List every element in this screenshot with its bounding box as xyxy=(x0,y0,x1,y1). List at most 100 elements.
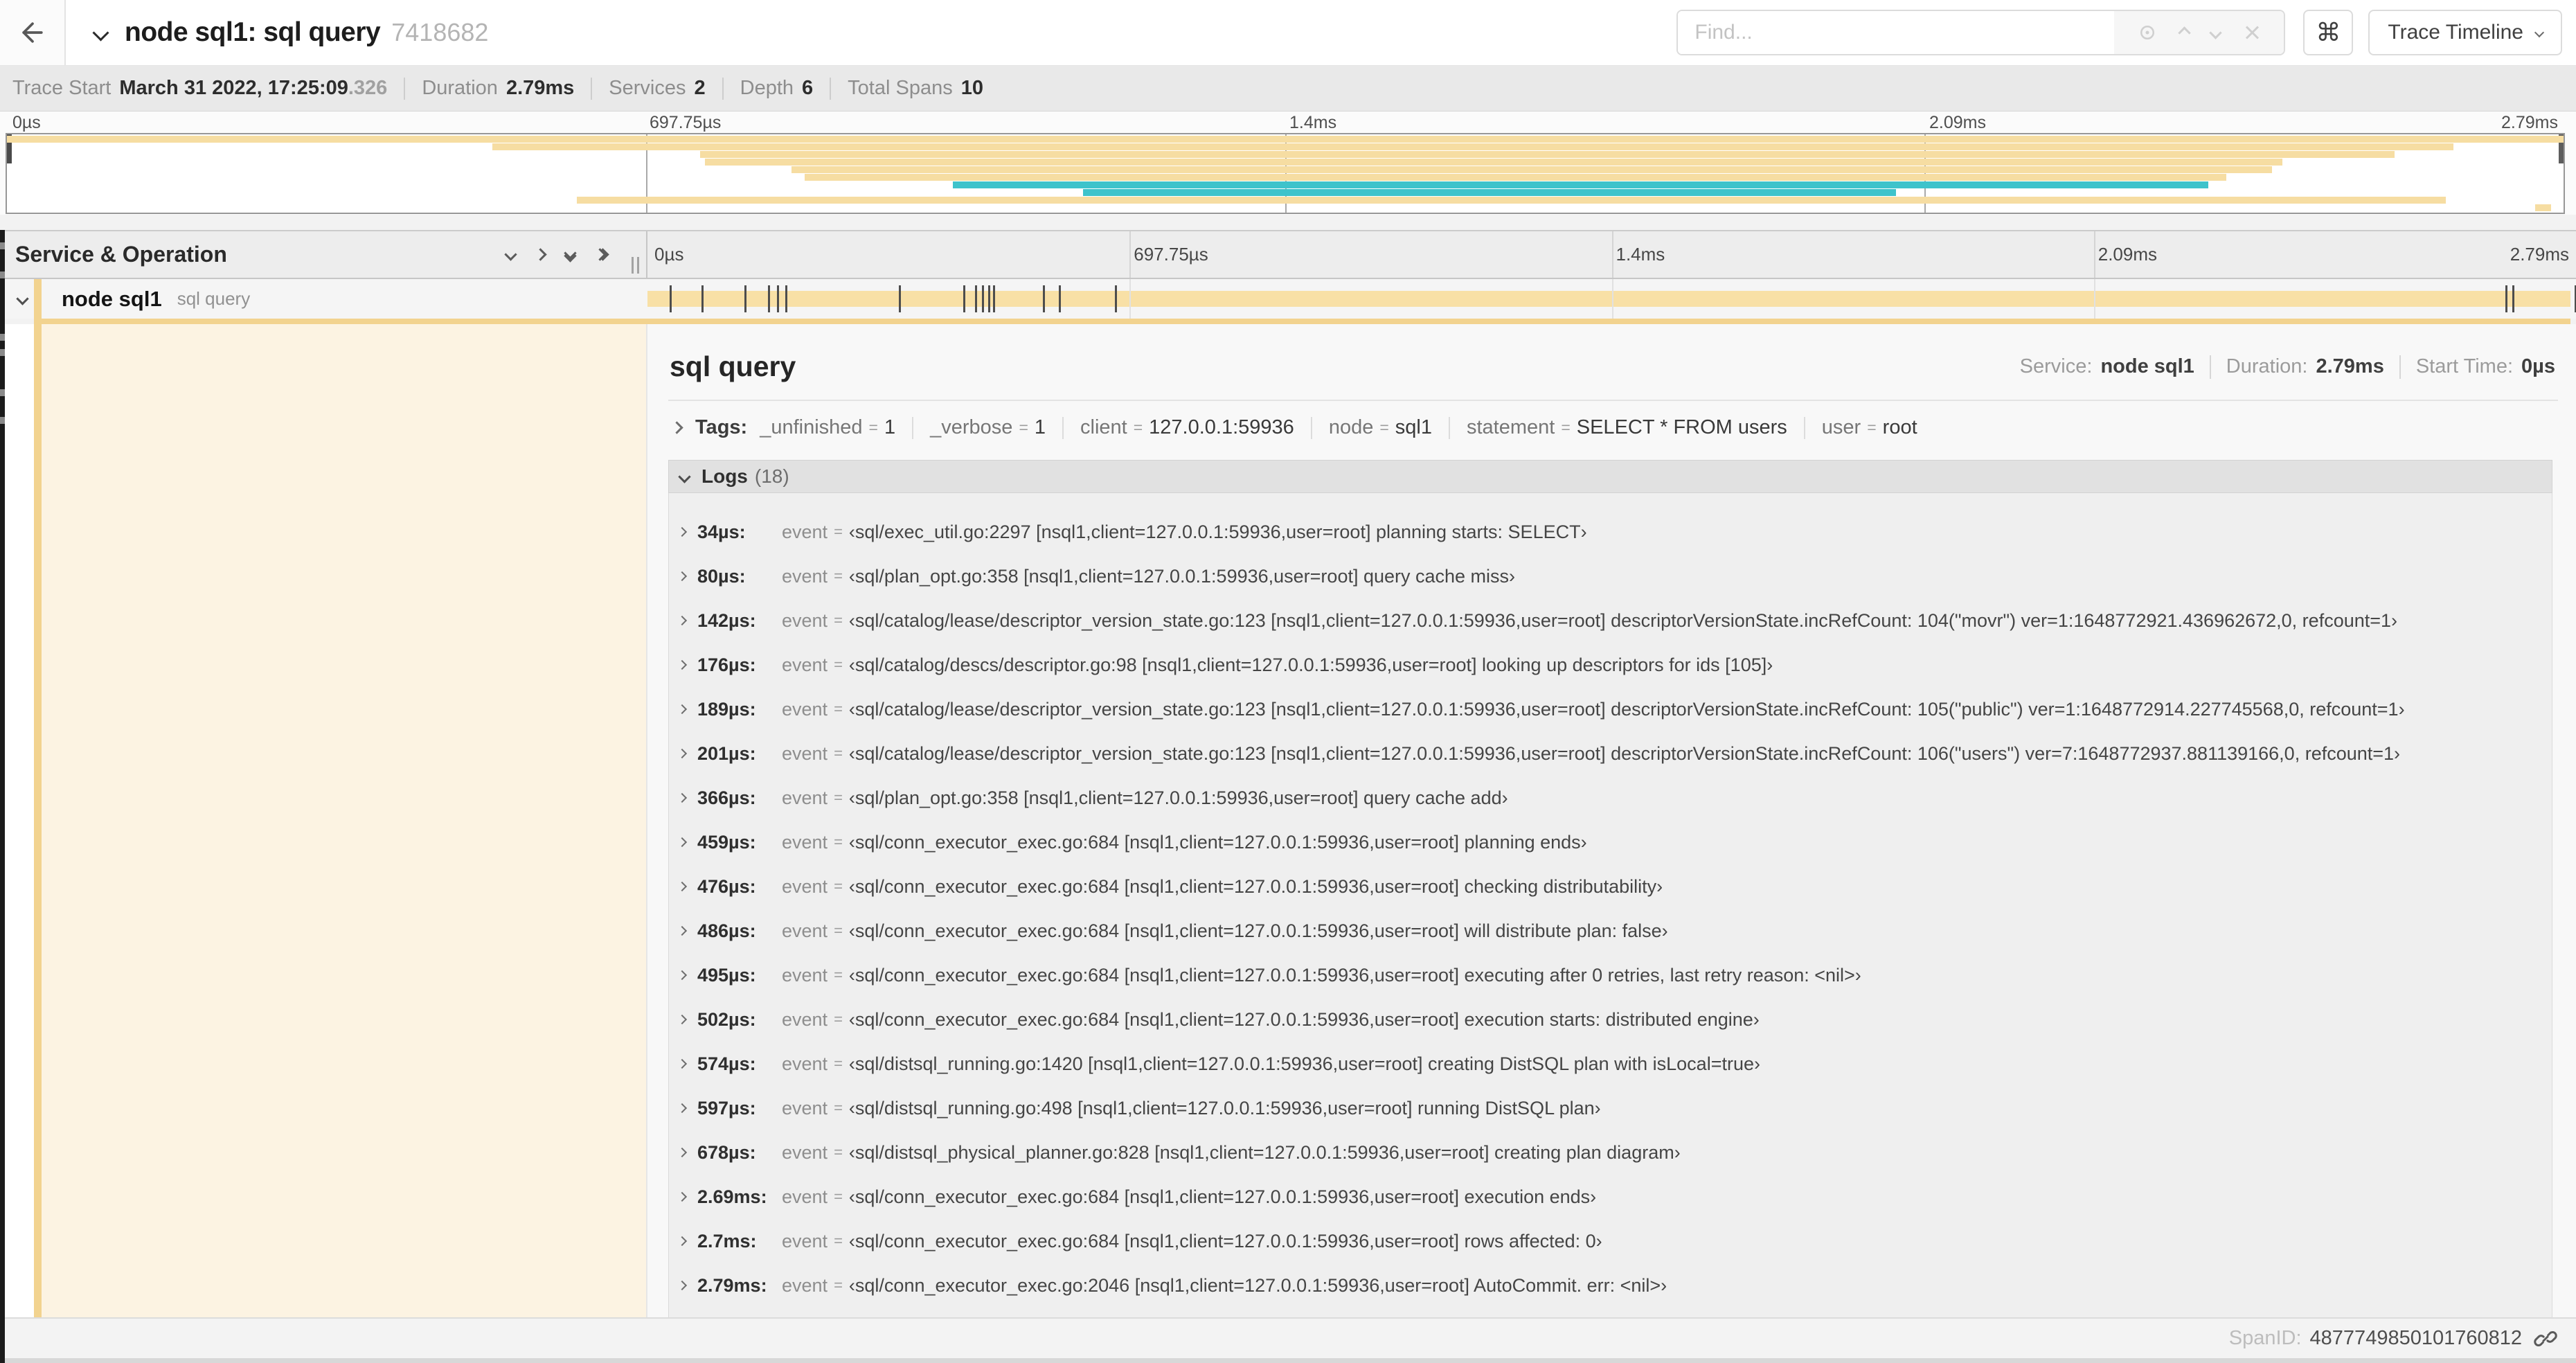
log-chevron-icon xyxy=(677,659,688,670)
log-marker-tick[interactable] xyxy=(776,285,779,312)
detail-left-column xyxy=(0,324,647,1317)
keyboard-shortcuts-button[interactable]: ⌘ xyxy=(2303,10,2354,55)
tag-equals-sign: = xyxy=(1019,418,1028,436)
log-timestamp: 2.7ms: xyxy=(697,1230,757,1251)
log-marker-tick[interactable] xyxy=(785,285,787,312)
find-clear-icon[interactable] xyxy=(2242,23,2262,42)
log-equals-sign: = xyxy=(834,1010,843,1028)
log-marker-tick[interactable] xyxy=(982,285,985,312)
log-row[interactable]: 678µs: event = ‹sql/distsql_physical_planne… xyxy=(677,1130,2552,1175)
summary-value: 10 xyxy=(960,77,983,99)
span-name-cell[interactable]: node sql1 sql query xyxy=(0,279,647,319)
log-equals-sign: = xyxy=(834,1099,843,1116)
log-marker-tick[interactable] xyxy=(963,285,966,312)
log-field-value: ‹sql/plan_opt.go:358 [nsql1,client=127.0… xyxy=(848,787,1508,808)
log-row[interactable]: 80µs: event = ‹sql/plan_opt.go:358 [nsql1,c… xyxy=(677,554,2552,598)
log-marker-tick[interactable] xyxy=(767,285,770,312)
log-marker-tick[interactable] xyxy=(993,285,996,312)
log-row[interactable]: 574µs: event = ‹sql/distsql_running.go:1420… xyxy=(677,1042,2552,1086)
log-row[interactable]: 459µs: event = ‹sql/conn_executor_exec.go:6… xyxy=(677,820,2552,864)
grid-line xyxy=(2093,231,2095,278)
span-timeline-cell[interactable] xyxy=(647,279,2576,319)
log-chevron-icon xyxy=(677,1147,688,1158)
log-equals-sign: = xyxy=(834,1276,843,1294)
log-marker-tick[interactable] xyxy=(669,285,672,312)
log-marker-tick[interactable] xyxy=(899,285,902,312)
back-button[interactable] xyxy=(0,0,66,65)
span-collapse-chevron-icon[interactable] xyxy=(16,292,29,305)
log-row[interactable]: 502µs: event = ‹sql/conn_executor_exec.go:6… xyxy=(677,997,2552,1042)
view-selector-button[interactable]: Trace Timeline xyxy=(2368,10,2562,55)
log-chevron-icon xyxy=(677,526,688,537)
log-marker-tick[interactable] xyxy=(988,285,991,312)
log-marker-tick[interactable] xyxy=(1114,285,1117,312)
separator xyxy=(1062,416,1064,439)
log-row[interactable]: 142µs: event = ‹sql/catalog/lease/descripto… xyxy=(677,598,2552,643)
collapse-header-chevron-icon[interactable] xyxy=(92,24,109,42)
log-field-value: ‹sql/exec_util.go:2297 [nsql1,client=127… xyxy=(848,521,1587,542)
collapse-all-icon[interactable] xyxy=(564,247,577,262)
log-row[interactable]: 476µs: event = ‹sql/conn_executor_exec.go:6… xyxy=(677,864,2552,909)
log-row[interactable]: 495µs: event = ‹sql/conn_executor_exec.go:6… xyxy=(677,953,2552,997)
log-marker-tick[interactable] xyxy=(1042,285,1045,312)
grid-line xyxy=(1129,231,1132,278)
service-operation-header: Service & Operation xyxy=(0,231,647,278)
log-row[interactable]: 2.69ms: event = ‹sql/conn_executor_exec.go:… xyxy=(677,1175,2552,1219)
minimap-canvas[interactable] xyxy=(6,133,2565,214)
log-field-key: event xyxy=(782,1186,828,1207)
expand-one-icon[interactable] xyxy=(534,248,547,261)
log-row[interactable]: 2.79ms: event = ‹sql/conn_executor_exec.go:… xyxy=(677,1263,2552,1308)
log-row[interactable]: 366µs: event = ‹sql/plan_opt.go:358 [nsql1,… xyxy=(677,776,2552,820)
logs-chevron-icon xyxy=(678,470,691,483)
separator xyxy=(404,77,406,100)
span-meta: Service: node sql1 Duration: 2.79ms Start Ti… xyxy=(2020,355,2555,379)
collapse-one-icon[interactable] xyxy=(504,248,517,261)
log-field-key: event xyxy=(782,654,828,675)
log-timestamp: 201µs: xyxy=(697,742,756,764)
log-field-value: ‹sql/distsql_running.go:1420 [nsql1,clie… xyxy=(848,1053,1760,1074)
tag-value: root xyxy=(1882,416,1917,438)
log-chevron-icon xyxy=(677,881,688,892)
log-marker-tick[interactable] xyxy=(975,285,978,312)
log-field-value: ‹sql/distsql_physical_planner.go:828 [ns… xyxy=(848,1141,1681,1163)
summary-label: Trace Start xyxy=(12,77,111,99)
service-operation-title: Service & Operation xyxy=(15,242,227,267)
log-row[interactable]: 2.7ms: event = ‹sql/conn_executor_exec.go:6… xyxy=(677,1219,2552,1263)
log-timestamp: 176µs: xyxy=(697,654,756,675)
log-chevron-icon xyxy=(677,615,688,626)
find-next-icon[interactable] xyxy=(2209,26,2222,39)
deep-link-icon[interactable] xyxy=(2533,1326,2558,1351)
log-field-value: ‹sql/conn_executor_exec.go:684 [nsql1,cl… xyxy=(848,920,1668,941)
find-input[interactable] xyxy=(1678,11,2115,54)
expand-all-icon[interactable] xyxy=(593,248,609,261)
find-prev-icon[interactable] xyxy=(2178,26,2191,39)
tag-equals-sign: = xyxy=(1379,418,1389,436)
log-timestamp: 495µs: xyxy=(697,964,756,986)
log-row[interactable]: 486µs: event = ‹sql/conn_executor_exec.go:6… xyxy=(677,909,2552,953)
log-equals-sign: = xyxy=(834,523,843,540)
column-resizer-handle[interactable] xyxy=(632,257,639,274)
log-row[interactable]: 176µs: event = ‹sql/catalog/descs/descripto… xyxy=(677,643,2552,687)
tags-accordion[interactable]: Tags: _unfinished = 1 _verbose = 1 client = 127.… xyxy=(668,401,2558,452)
separator xyxy=(1310,416,1312,439)
log-equals-sign: = xyxy=(834,567,843,585)
tag-key: user xyxy=(1821,416,1861,438)
log-row[interactable]: 597µs: event = ‹sql/distsql_running.go:498 … xyxy=(677,1086,2552,1130)
log-field-key: event xyxy=(782,1230,828,1251)
log-marker-tick[interactable] xyxy=(2512,285,2515,312)
logs-accordion-header[interactable]: Logs (18) xyxy=(668,460,2552,493)
span-duration-bar[interactable] xyxy=(647,291,2570,307)
log-row[interactable]: 189µs: event = ‹sql/catalog/lease/descripto… xyxy=(677,687,2552,731)
log-marker-tick[interactable] xyxy=(1058,285,1061,312)
summary-label: Duration xyxy=(422,77,498,99)
log-marker-tick[interactable] xyxy=(2505,285,2508,312)
log-row[interactable]: 34µs: event = ‹sql/exec_util.go:2297 [nsql1… xyxy=(677,510,2552,554)
log-row[interactable]: 201µs: event = ‹sql/catalog/lease/descripto… xyxy=(677,731,2552,776)
header-controls: ⌘ Trace Timeline xyxy=(1676,10,2562,55)
span-row[interactable]: node sql1 sql query xyxy=(0,279,2576,319)
span-operation-name: sql query xyxy=(177,288,251,309)
log-marker-tick[interactable] xyxy=(701,285,704,312)
match-highlight-icon[interactable] xyxy=(2137,22,2158,43)
log-marker-tick[interactable] xyxy=(744,285,746,312)
tag-value: SELECT * FROM users xyxy=(1576,416,1787,438)
